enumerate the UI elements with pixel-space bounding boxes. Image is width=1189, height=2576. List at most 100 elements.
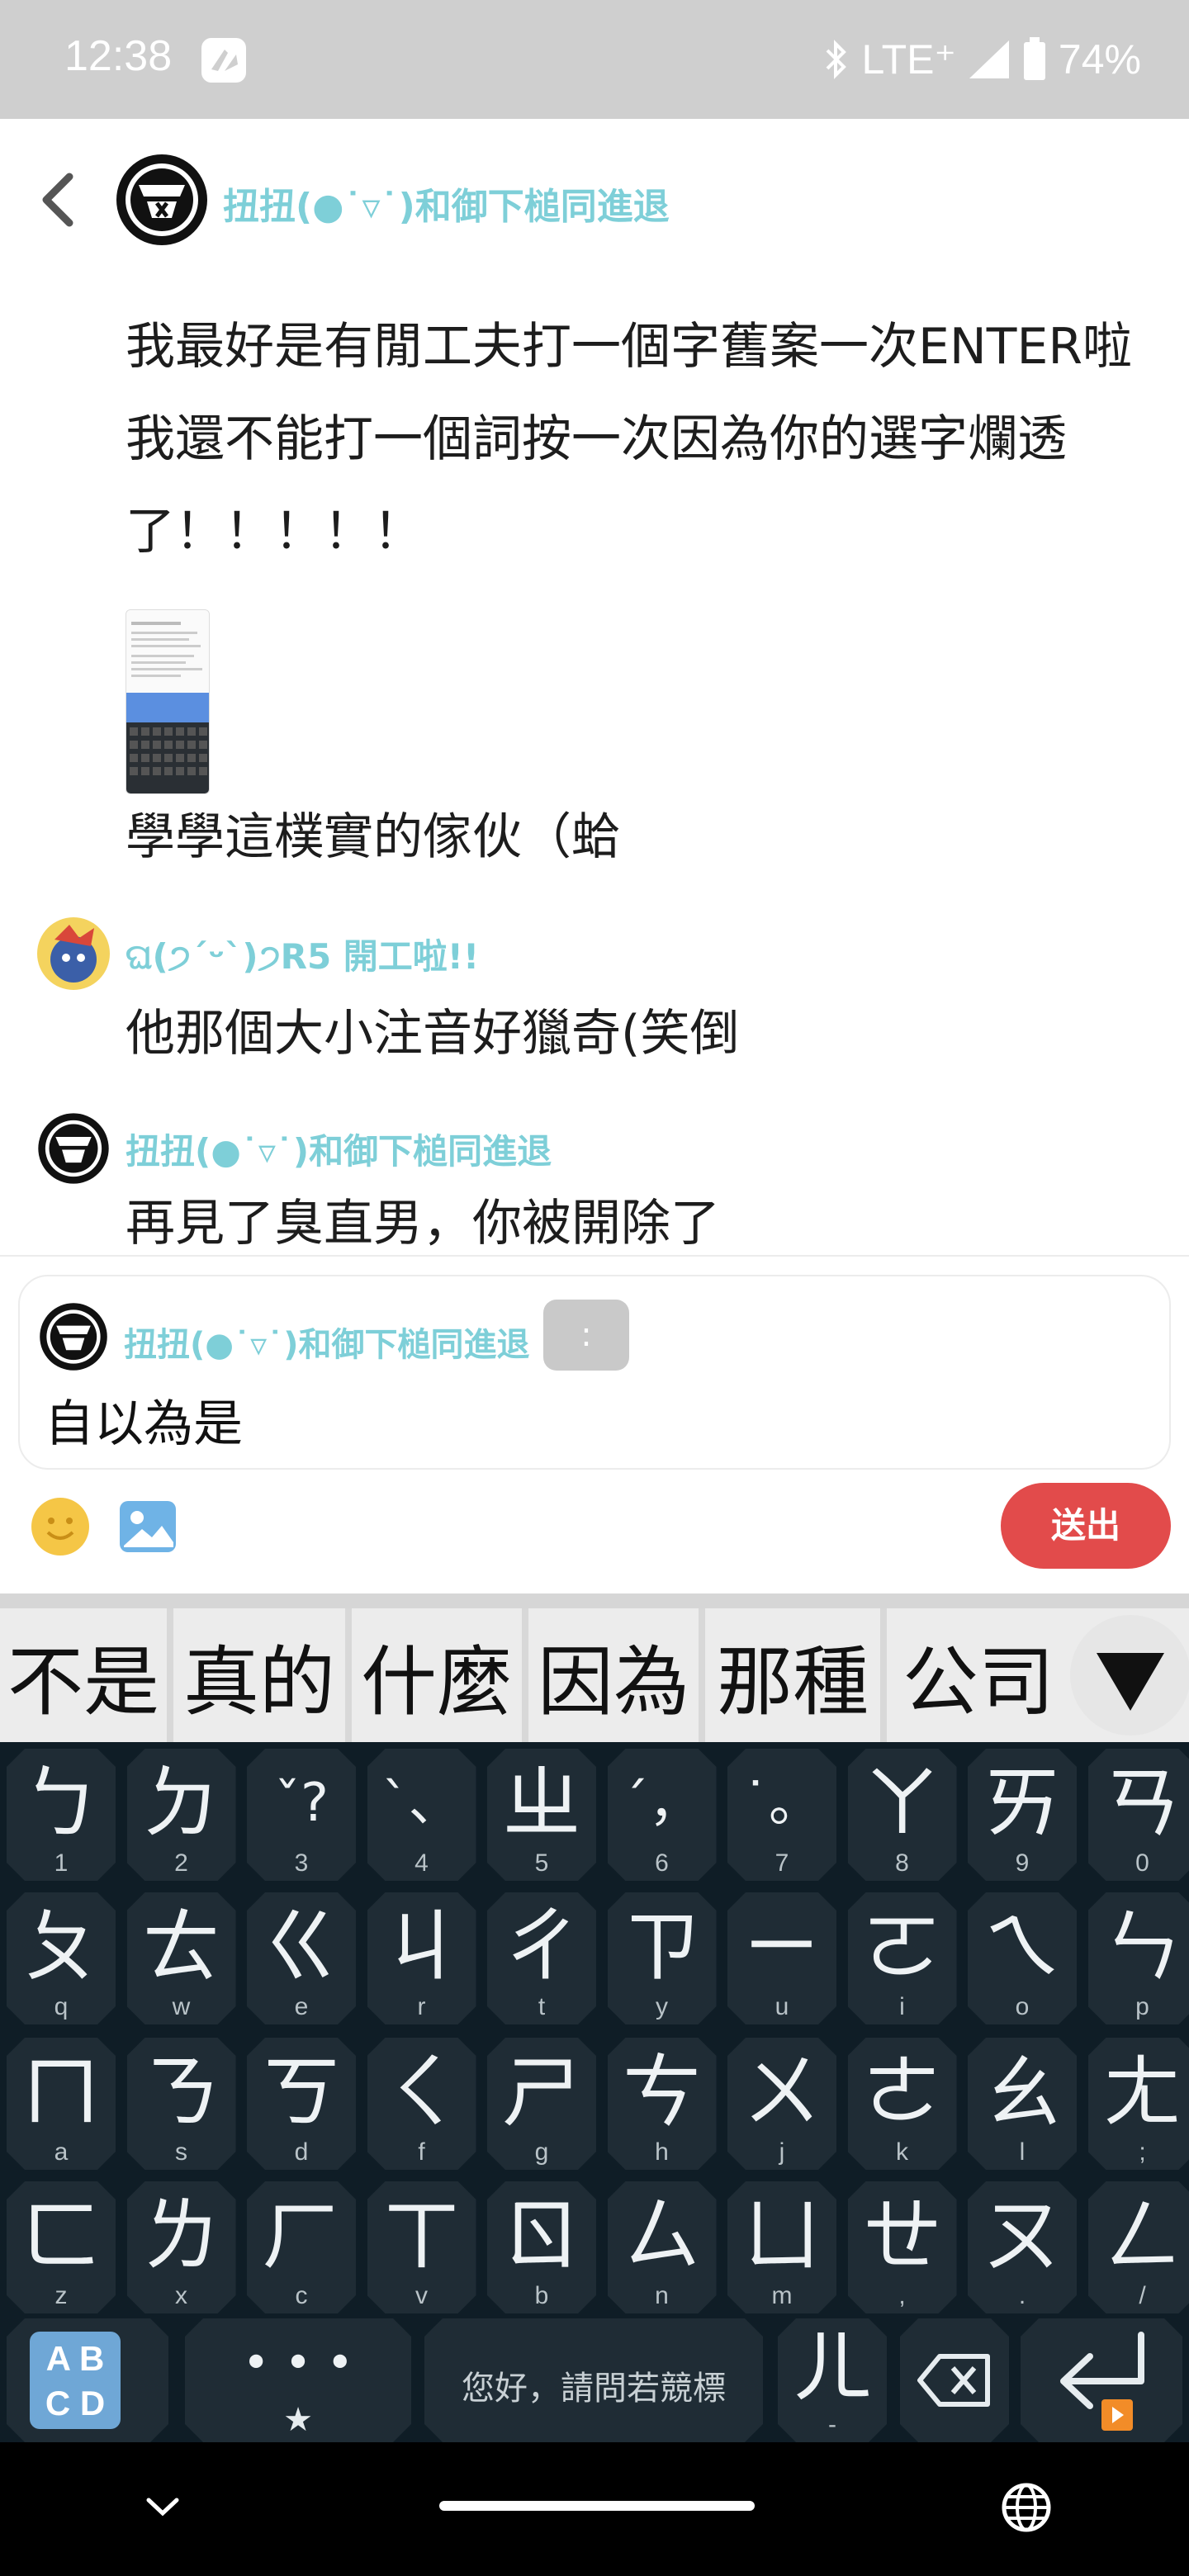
key-/[interactable]: ㄥ / (1088, 2181, 1189, 2313)
hide-keyboard-icon[interactable] (142, 2493, 183, 2522)
status-time: 12:38 (64, 32, 173, 80)
key-6[interactable]: ˊ， 6 (608, 1749, 717, 1881)
key-sub-label: 3 (294, 1849, 309, 1877)
key-sub-label: 6 (655, 1849, 669, 1877)
candidate-word[interactable]: 那種 (705, 1608, 887, 1742)
key-2[interactable]: ㄉ2 (127, 1749, 236, 1881)
key-sub-label: g (534, 2138, 549, 2166)
candidate-word[interactable]: 不是 (0, 1608, 173, 1742)
input-mode-key[interactable]: A B C D (7, 2318, 168, 2442)
key-0[interactable]: ㄢ0 (1088, 1749, 1189, 1881)
zhuyin-keyboard: ㄅ 1 ㄉ 2 ˇ? 3 ˋ、 4 ㄓ 5 ˊ， 6 ˙。 7 ㄚ 8 ㄞ 9 ㄢ 0 ㄆ q ㄊ w ㄍ e ㄐ r ㄔ t ㄗ y ㄧ u ㄛ i… (0, 1742, 1189, 2442)
key-sub-label: p (1135, 1993, 1149, 2020)
ellipsis-icon: • • • (242, 2337, 354, 2390)
app-notification-icon (200, 36, 248, 84)
key-o[interactable]: ㄟo (968, 1892, 1077, 2024)
key-y[interactable]: ㄗy (608, 1892, 717, 2024)
key-sub-label: d (294, 2138, 309, 2166)
key-v[interactable]: ㄒv (367, 2181, 476, 2313)
key-d[interactable]: ㄎd (247, 2038, 356, 2170)
key-l[interactable]: ㄠl (968, 2038, 1077, 2170)
key-u[interactable]: ㄧu (727, 1892, 836, 2024)
key-p[interactable]: ㄣp (1088, 1892, 1189, 2024)
key-glyph: ㄚ (862, 1757, 942, 1849)
key-8[interactable]: ㄚ8 (848, 1749, 957, 1881)
sender-avatar[interactable] (36, 916, 111, 991)
candidate-word[interactable]: 什麼 (352, 1608, 528, 1742)
key-h[interactable]: ㄘh (608, 2038, 717, 2170)
key-sub-label: ; (1139, 2138, 1146, 2166)
key-t[interactable]: ㄔt (487, 1892, 596, 2024)
key-glyph: ㄞ (983, 1757, 1062, 1849)
space-key[interactable]: 您好，請問若競標 (424, 2318, 763, 2442)
key-sub-label: q (54, 1993, 69, 2020)
key-sub-label: 4 (414, 1849, 429, 1877)
sender-avatar[interactable] (36, 1111, 111, 1186)
mention-chip[interactable]: : (543, 1300, 629, 1371)
enter-key[interactable] (1021, 2318, 1182, 2442)
key-b[interactable]: ㄖb (487, 2181, 596, 2313)
candidate-word[interactable]: 公司 (887, 1608, 1070, 1742)
key-1[interactable]: ㄅ1 (7, 1749, 116, 1881)
key-,[interactable]: ㄝ, (848, 2181, 957, 2313)
key-f[interactable]: ㄑf (367, 2038, 476, 2170)
key-;[interactable]: ㄤ; (1088, 2038, 1189, 2170)
key-4[interactable]: ˋ、 4 (367, 1749, 476, 1881)
key-s[interactable]: ㄋs (127, 2038, 236, 2170)
key-j[interactable]: ㄨj (727, 2038, 836, 2170)
message-input[interactable]: 自以為是 (45, 1384, 243, 1456)
key-glyph: ㄅ (21, 1757, 101, 1849)
key-glyph: ㄒ (381, 2190, 462, 2282)
key-glyph: ㄔ (502, 1901, 581, 1993)
message-sender-row: ଘ(੭ˊᵕˋ)੭R5 開工啦!! (36, 916, 479, 991)
key-er[interactable]: ㄦ- (778, 2318, 887, 2442)
send-button[interactable]: 送出 (1001, 1483, 1171, 1569)
image-picker-icon[interactable] (117, 1496, 178, 1557)
composer-divider (0, 1255, 1189, 1257)
reply-composer[interactable]: 扭扭(●˙▿˙)和御下槌同進退 : 自以為是 (18, 1275, 1171, 1470)
key-glyph: ㄡ (983, 2190, 1062, 2282)
key-sub-label: w (172, 1993, 191, 2020)
emoji-icon[interactable] (30, 1496, 91, 1557)
key-sub-label: . (1018, 2282, 1026, 2309)
home-handle[interactable] (439, 2501, 755, 2511)
key-m[interactable]: ㄩm (727, 2181, 836, 2313)
back-arrow-icon[interactable] (33, 170, 83, 230)
symbols-key[interactable]: • • • ★ (185, 2318, 411, 2442)
key-k[interactable]: ㄜk (848, 2038, 957, 2170)
key-sub-label: , (898, 2282, 906, 2309)
key-w[interactable]: ㄊw (127, 1892, 236, 2024)
key-a[interactable]: ㄇa (7, 2038, 116, 2170)
candidate-word[interactable]: 真的 (173, 1608, 352, 1742)
key-glyph: ㄣ (1102, 1901, 1182, 1993)
key-glyph: ㄧ (742, 1901, 822, 1993)
key-z[interactable]: ㄈz (7, 2181, 116, 2313)
key-glyph: ㄋ (141, 2046, 221, 2138)
key-sub-label: x (175, 2282, 187, 2309)
key-sub-label: h (655, 2138, 669, 2166)
key-q[interactable]: ㄆq (7, 1892, 116, 2024)
key-7[interactable]: ˙。 7 (727, 1749, 836, 1881)
key-x[interactable]: ㄌx (127, 2181, 236, 2313)
key-n[interactable]: ㄙn (608, 2181, 717, 2313)
key-glyph: ㄟ (983, 1901, 1062, 1993)
key-e[interactable]: ㄍe (247, 1892, 356, 2024)
candidate-word[interactable]: 因為 (528, 1608, 705, 1742)
expand-candidates-icon[interactable] (1070, 1615, 1189, 1735)
key-sub-label: 5 (534, 1849, 549, 1877)
key-9[interactable]: ㄞ9 (968, 1749, 1077, 1881)
language-globe-icon[interactable] (1001, 2482, 1052, 2533)
key-i[interactable]: ㄛi (848, 1892, 957, 2024)
key-sub-label: 0 (1135, 1849, 1149, 1877)
message-image-thumbnail[interactable] (126, 609, 210, 794)
chat-avatar[interactable] (114, 152, 210, 248)
key-.[interactable]: ㄡ. (968, 2181, 1077, 2313)
message-text: 我最好是有閒工夫打一個字舊案一次ENTER啦我還不能打一個詞按一次因為你的選字爛… (126, 318, 1133, 561)
key-3[interactable]: ˇ? 3 (247, 1749, 356, 1881)
backspace-key[interactable] (900, 2318, 1009, 2442)
key-glyph: ㄤ (1102, 2046, 1182, 2138)
key-c[interactable]: ㄏc (247, 2181, 356, 2313)
key-g[interactable]: ㄕg (487, 2038, 596, 2170)
key-5[interactable]: ㄓ5 (487, 1749, 596, 1881)
key-r[interactable]: ㄐr (367, 1892, 476, 2024)
